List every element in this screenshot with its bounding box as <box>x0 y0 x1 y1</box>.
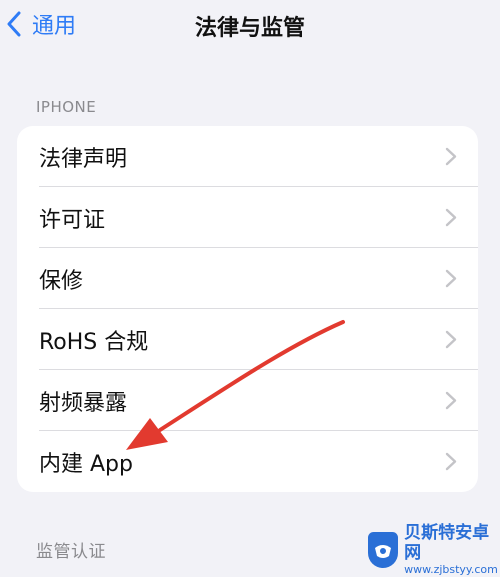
watermark-title: 贝斯特安卓网 <box>404 522 490 563</box>
annotation-arrow-icon <box>126 320 345 450</box>
shield-logo-icon <box>368 531 399 568</box>
watermark-logo: 贝斯特安卓网 www.zjbstyy.com <box>368 522 500 576</box>
watermark-url: www.zjbstyy.com <box>404 562 498 576</box>
